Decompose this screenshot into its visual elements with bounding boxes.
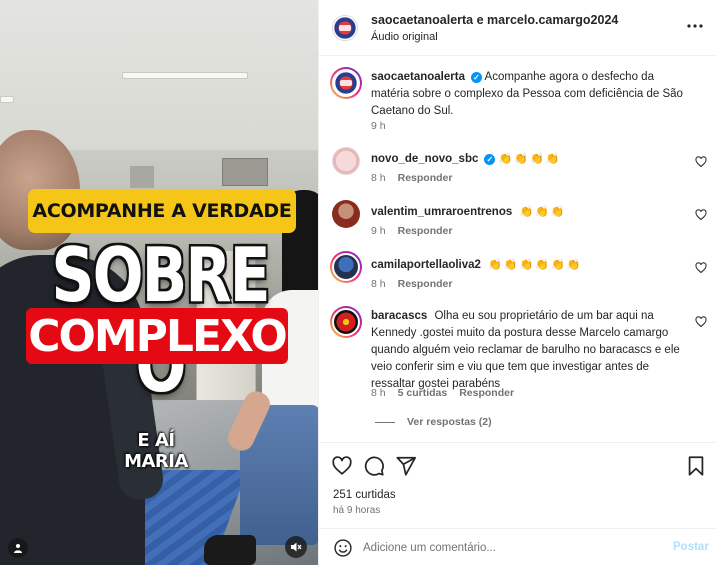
comment-text: 👏👏👏 [519, 206, 567, 218]
avatar[interactable] [332, 200, 360, 228]
ceiling-lamp [0, 96, 14, 103]
person-shoe [204, 535, 256, 565]
comment-username[interactable]: camilaportellaoliva2 [371, 259, 481, 271]
post-time[interactable]: há 9 horas [333, 505, 380, 516]
view-replies-button[interactable]: Ver respostas (2) [375, 416, 492, 428]
ceiling-lamp [122, 72, 248, 79]
comment-text: 👏👏👏👏👏👏 [488, 259, 583, 271]
comment-likes[interactable]: 5 curtidas [398, 387, 448, 399]
avatar[interactable] [330, 251, 362, 283]
reply-button[interactable]: Responder [398, 172, 453, 184]
caption-username[interactable]: saocaetanoalerta [371, 71, 465, 83]
comment-icon[interactable] [363, 455, 385, 477]
header-usernames[interactable]: saocaetanoalerta e marcelo.camargo2024 [371, 13, 618, 27]
avatar[interactable] [332, 147, 360, 175]
comment-text: 👏👏👏👏 [498, 153, 562, 165]
bookmark-icon[interactable] [685, 455, 707, 477]
add-comment-bar: Postar [319, 528, 716, 565]
reply-button[interactable]: Responder [398, 278, 453, 290]
like-comment-heart-icon[interactable] [695, 209, 707, 221]
likes-count[interactable]: 251 curtidas [333, 489, 396, 501]
post-comment-button[interactable]: Postar [673, 541, 709, 553]
comment-input[interactable] [363, 537, 663, 559]
avatar[interactable] [330, 306, 362, 338]
wall-air-conditioner [222, 158, 268, 186]
wall-box [130, 166, 154, 188]
like-comment-heart-icon[interactable] [695, 316, 707, 328]
replies-divider [375, 421, 395, 423]
comment-username[interactable]: valentim_umraroentrenos [371, 206, 512, 218]
reel-video[interactable]: SOBRE O ACOMPANHE A VERDADE COMPLEXO E A… [0, 0, 318, 565]
verified-icon: ✓ [484, 154, 496, 165]
user-tag-icon [14, 544, 22, 553]
post-actions: 251 curtidas há 9 horas [319, 442, 716, 522]
audio-muted-icon [291, 542, 302, 552]
audio-label[interactable]: Áudio original [371, 31, 438, 43]
like-comment-heart-icon[interactable] [695, 156, 707, 168]
like-comment-heart-icon[interactable] [695, 262, 707, 274]
comment-time[interactable]: 8 h [371, 387, 386, 399]
reply-button[interactable]: Responder [398, 225, 453, 237]
reply-button[interactable]: Responder [459, 387, 514, 399]
view-replies-label: Ver respostas (2) [407, 416, 492, 428]
comment-time[interactable]: 9 h [371, 225, 386, 237]
avatar[interactable] [330, 67, 362, 99]
headline-red: COMPLEXO [26, 308, 288, 364]
comment-text: Olha eu sou proprietário de um bar aqui … [371, 310, 680, 390]
post-header: saocaetanoalerta e marcelo.camargo2024 Á… [319, 0, 716, 56]
avatar[interactable] [332, 15, 358, 41]
video-caption: E AÍ MARIA [124, 430, 188, 472]
comment-time[interactable]: 8 h [371, 172, 386, 184]
heart-icon[interactable] [331, 455, 353, 477]
tagged-users-button[interactable] [8, 538, 28, 558]
more-options-icon [687, 24, 703, 28]
mute-button[interactable] [285, 536, 307, 558]
emoji-icon[interactable] [333, 538, 353, 558]
share-icon[interactable] [395, 455, 417, 477]
comment-username[interactable]: novo_de_novo_sbc [371, 153, 478, 165]
comment-username[interactable]: baracascs [371, 310, 427, 322]
comment-time[interactable]: 8 h [371, 278, 386, 290]
more-options-button[interactable] [683, 16, 707, 36]
post-side-panel: saocaetanoalerta e marcelo.camargo2024 Á… [318, 0, 716, 565]
comments-list[interactable]: saocaetanoalerta ✓ Acompanhe agora o desf… [319, 57, 716, 441]
verified-icon: ✓ [470, 72, 482, 83]
headline-top: ACOMPANHE A VERDADE [28, 189, 296, 233]
caption-time[interactable]: 9 h [371, 120, 386, 132]
